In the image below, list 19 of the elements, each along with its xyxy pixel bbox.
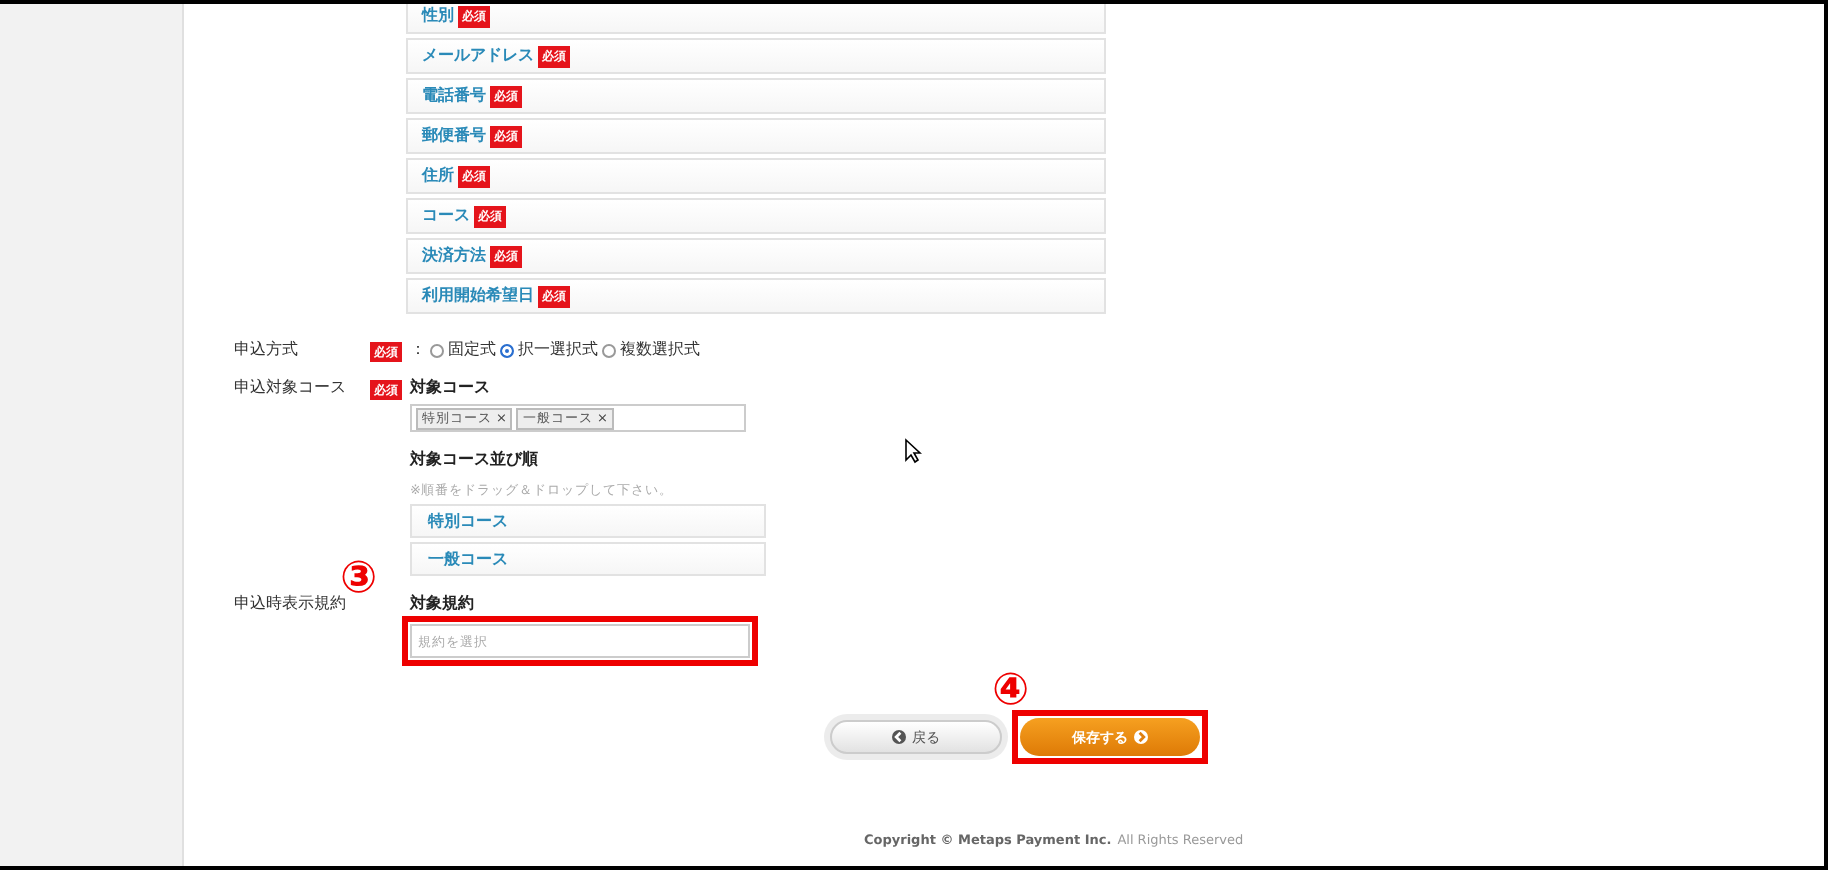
radio-button[interactable] [500, 343, 514, 357]
sortable-item[interactable]: 一般コース [410, 542, 766, 576]
section-heading: 対象規約 [410, 592, 474, 616]
field-label: 申込対象コース [232, 376, 348, 400]
right-arrow-circle-icon [1134, 730, 1148, 744]
sortable-item[interactable]: 特別コース [410, 504, 766, 538]
field-label: 申込方式 [232, 338, 300, 362]
left-arrow-circle-icon [892, 730, 906, 744]
section-heading: 対象コース [410, 376, 490, 400]
mouse-cursor-icon [904, 438, 922, 464]
field-label: 申込時表示規約 [232, 593, 348, 616]
radio-button[interactable] [430, 343, 444, 357]
section-heading: 対象コース並び順 [410, 448, 538, 472]
colon: ： [410, 338, 426, 362]
radio-label: 択一選択式 [518, 338, 598, 362]
radio-label: 固定式 [448, 338, 496, 362]
radio-label: 複数選択式 [620, 338, 700, 362]
step-marker: ④ [992, 670, 1030, 714]
radio-button[interactable] [602, 343, 616, 357]
